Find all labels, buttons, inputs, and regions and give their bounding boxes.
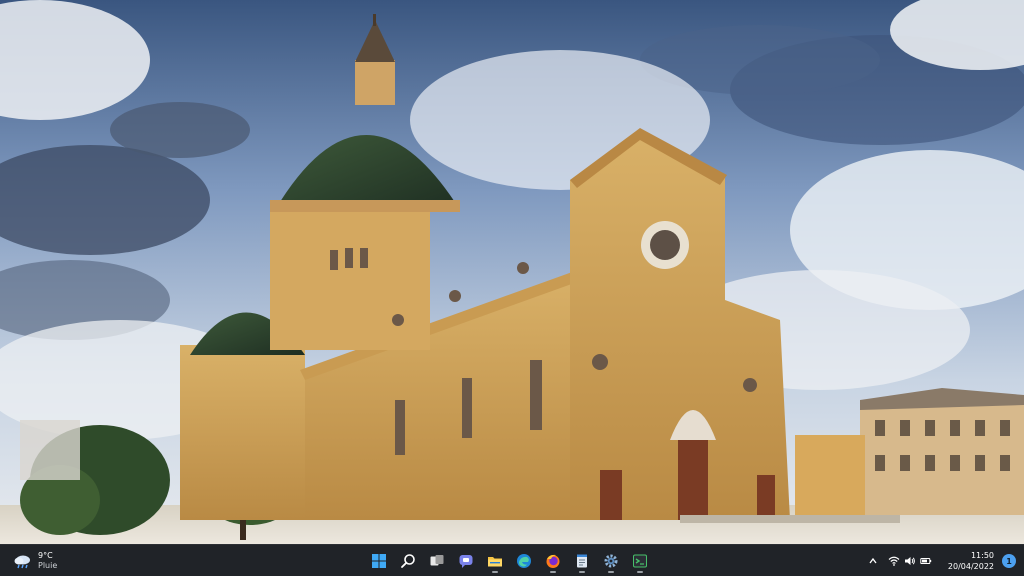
clock-date: 20/04/2022 <box>947 562 994 571</box>
weather-temperature: 9°C <box>38 551 53 560</box>
running-indicator <box>607 571 614 573</box>
running-indicator <box>491 571 498 573</box>
taskbar-pinned-apps <box>366 548 652 574</box>
windows-logo-icon <box>371 554 386 568</box>
wallpaper-cathedral-painting <box>0 0 1024 544</box>
running-indicator <box>578 571 585 573</box>
clock-time: 11:50 <box>970 551 994 560</box>
start-button[interactable] <box>366 548 391 574</box>
file-explorer-button[interactable] <box>482 548 507 574</box>
notification-badge[interactable]: 1 <box>1002 554 1016 568</box>
battery-icon <box>920 558 932 564</box>
weather-widget[interactable]: 9°C Pluie <box>8 548 61 574</box>
system-tray: 11:50 20/04/2022 1 <box>864 545 1024 576</box>
volume-icon <box>904 557 915 565</box>
edge-icon <box>516 554 531 568</box>
firefox-button[interactable] <box>540 548 565 574</box>
folder-icon <box>487 557 502 567</box>
notepad-button[interactable] <box>569 548 594 574</box>
taskbar: 9°C Pluie 11:50 20/04/2022 1 <box>0 544 1024 576</box>
rain-cloud-icon <box>14 555 30 569</box>
terminal-button[interactable] <box>627 548 652 574</box>
teams-chat-icon <box>459 555 472 568</box>
settings-button[interactable] <box>598 548 623 574</box>
gear-icon <box>604 554 617 568</box>
clock-date-button[interactable]: 11:50 20/04/2022 <box>938 548 1002 574</box>
notepad-icon <box>576 554 587 568</box>
task-view-icon <box>430 555 443 566</box>
wifi-icon <box>888 556 900 566</box>
search-button[interactable] <box>395 548 420 574</box>
terminal-icon <box>632 554 647 568</box>
quick-settings-button[interactable] <box>882 548 938 574</box>
running-indicator <box>636 571 643 573</box>
chevron-up-icon <box>869 557 877 564</box>
running-indicator <box>549 571 556 573</box>
task-view-button[interactable] <box>424 548 449 574</box>
chat-button[interactable] <box>453 548 478 574</box>
edge-button[interactable] <box>511 548 536 574</box>
search-icon <box>400 554 415 568</box>
weather-condition: Pluie <box>38 561 58 570</box>
show-hidden-icons-button[interactable] <box>864 548 882 574</box>
firefox-icon <box>546 554 559 568</box>
desktop: 9°C Pluie 11:50 20/04/2022 1 <box>0 0 1024 576</box>
